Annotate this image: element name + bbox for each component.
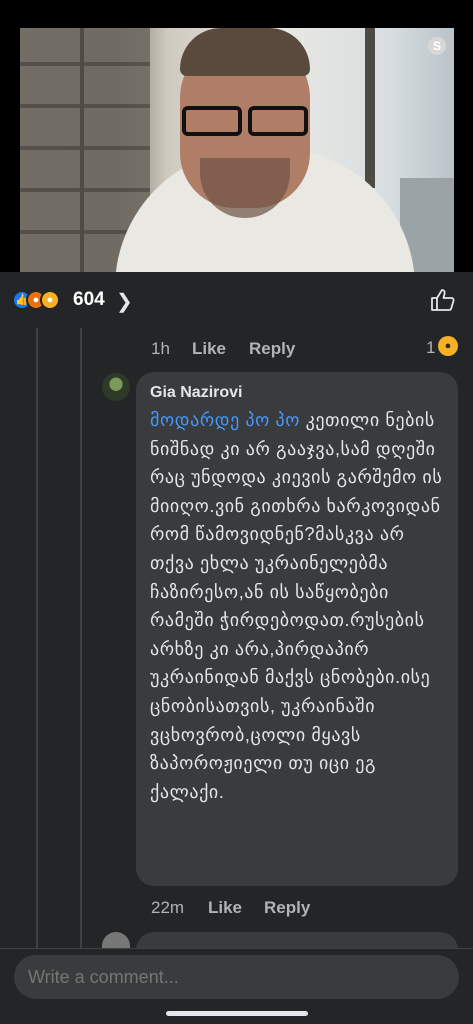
comment-author[interactable]: Gia Nazirovi — [150, 384, 444, 402]
reaction-icons[interactable]: 👍 ● ● — [12, 290, 72, 312]
avatar[interactable] — [102, 932, 130, 948]
speaker-glasses — [170, 106, 310, 140]
thread-line — [80, 388, 82, 948]
thread-line — [80, 328, 82, 388]
comments-section[interactable]: 1h Like Reply 1 ● Gia Nazirovi მოდარდე პ… — [0, 328, 473, 948]
street-pole — [365, 28, 375, 188]
home-indicator — [166, 1011, 308, 1016]
thumbs-up-icon[interactable] — [430, 288, 456, 312]
reaction-summary-bar[interactable]: 👍 ● ● 604 ❯ — [0, 272, 473, 328]
comment-time: 1h — [151, 339, 170, 358]
speaker-hair — [180, 28, 310, 76]
comment-text: მოდარდე პო პო კეთილი ნების ნიშნად კი არ … — [150, 406, 444, 806]
comment-bubble[interactable] — [136, 932, 458, 948]
comment-time: 22m — [151, 898, 185, 917]
reaction-count[interactable]: 604 — [73, 289, 105, 311]
reply-button[interactable]: Reply — [264, 898, 310, 918]
live-video-area[interactable]: S — [0, 0, 473, 272]
comment-input[interactable] — [14, 955, 459, 999]
haha-icon: ● — [40, 290, 60, 310]
comment-body: კეთილი ნების ნიშნად კი არ გააჯვა,სამ დღე… — [150, 410, 443, 802]
comment-reaction-count[interactable]: 1 — [426, 338, 435, 358]
thread-line — [36, 328, 38, 948]
reply-button[interactable]: Reply — [249, 339, 295, 359]
comment-composer — [0, 948, 473, 1024]
mention-link[interactable]: მოდარდე პო პო — [150, 410, 300, 430]
like-button[interactable]: Like — [192, 339, 226, 359]
haha-icon: ● — [438, 336, 458, 356]
wall-seam — [80, 28, 84, 272]
video-frame[interactable] — [20, 28, 454, 272]
skype-icon: S — [428, 37, 446, 55]
like-button[interactable]: Like — [208, 898, 242, 918]
comment-bubble[interactable]: Gia Nazirovi მოდარდე პო პო კეთილი ნების … — [136, 372, 458, 886]
chevron-right-icon[interactable]: ❯ — [116, 289, 133, 314]
avatar[interactable] — [102, 373, 130, 401]
